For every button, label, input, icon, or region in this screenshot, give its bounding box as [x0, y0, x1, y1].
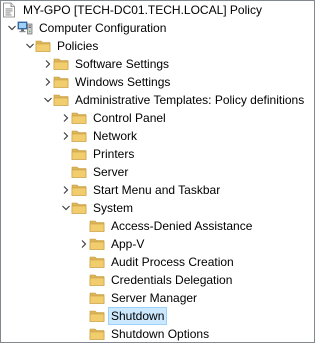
- folder-icon: [71, 182, 87, 198]
- gpo-tree-panel: MY-GPO [TECH-DC01.TECH.LOCAL] Policy Comp…: [0, 0, 315, 343]
- expand-arrow-right-icon[interactable]: [43, 59, 53, 69]
- policy-tree: MY-GPO [TECH-DC01.TECH.LOCAL] Policy Comp…: [1, 1, 314, 342]
- folder-icon: [89, 218, 105, 234]
- tree-node-shutdown-options[interactable]: Shutdown Options: [1, 325, 314, 342]
- tree-node-printers[interactable]: Printers: [1, 145, 314, 163]
- folder-icon: [53, 92, 69, 108]
- tree-node-audit-process-creation[interactable]: Audit Process Creation: [1, 253, 314, 271]
- tree-node-label: Server: [93, 165, 129, 179]
- expand-arrow-right-icon[interactable]: [61, 185, 71, 195]
- tree-node-label: Control Panel: [93, 111, 166, 125]
- tree-node-access-denied-assistance[interactable]: Access-Denied Assistance: [1, 217, 314, 235]
- tree-node-label: System: [93, 201, 134, 215]
- tree-node-start-menu-and-taskbar[interactable]: Start Menu and Taskbar: [1, 181, 314, 199]
- tree-node-label: Shutdown: [107, 307, 168, 325]
- folder-icon: [53, 74, 69, 90]
- folder-icon: [89, 308, 105, 324]
- folder-icon: [89, 326, 105, 342]
- folder-icon: [89, 254, 105, 270]
- tree-node-label: MY-GPO [TECH-DC01.TECH.LOCAL] Policy: [23, 3, 262, 17]
- expand-arrow-down-icon[interactable]: [7, 23, 17, 33]
- folder-icon: [89, 272, 105, 288]
- tree-node-label: Access-Denied Assistance: [111, 219, 253, 233]
- tree-node-label: Audit Process Creation: [111, 255, 234, 269]
- folder-icon: [71, 110, 87, 126]
- tree-node-label: Administrative Templates: Policy definit…: [75, 93, 305, 107]
- folder-icon: [89, 236, 105, 252]
- tree-node-shutdown[interactable]: Shutdown: [1, 307, 314, 325]
- tree-node-app-v[interactable]: App-V: [1, 235, 314, 253]
- expand-arrow-down-icon[interactable]: [43, 95, 53, 105]
- tree-node-my-gpo-policy[interactable]: MY-GPO [TECH-DC01.TECH.LOCAL] Policy: [1, 1, 314, 19]
- tree-node-label: App-V: [111, 237, 145, 251]
- expand-arrow-down-icon[interactable]: [25, 41, 35, 51]
- tree-node-label: Credentials Delegation: [111, 273, 233, 287]
- tree-node-server[interactable]: Server: [1, 163, 314, 181]
- tree-node-label: Printers: [93, 147, 135, 161]
- tree-node-label: Server Manager: [111, 291, 198, 305]
- expand-arrow-right-icon[interactable]: [61, 131, 71, 141]
- folder-icon: [71, 128, 87, 144]
- tree-node-credentials-delegation[interactable]: Credentials Delegation: [1, 271, 314, 289]
- computer-icon: [17, 20, 33, 36]
- tree-node-label: Policies: [57, 39, 99, 53]
- expand-arrow-down-icon[interactable]: [61, 203, 71, 213]
- folder-icon: [35, 38, 51, 54]
- tree-node-network[interactable]: Network: [1, 127, 314, 145]
- tree-node-label: Network: [93, 129, 138, 143]
- policy-document-icon: [1, 2, 17, 18]
- folder-icon: [53, 56, 69, 72]
- tree-node-computer-configuration[interactable]: Computer Configuration: [1, 19, 314, 37]
- tree-node-label: Computer Configuration: [39, 21, 167, 35]
- tree-node-label: Start Menu and Taskbar: [93, 183, 221, 197]
- folder-icon: [71, 146, 87, 162]
- tree-node-server-manager[interactable]: Server Manager: [1, 289, 314, 307]
- tree-node-label: Shutdown Options: [111, 327, 210, 341]
- expand-arrow-right-icon[interactable]: [61, 113, 71, 123]
- tree-node-policies[interactable]: Policies: [1, 37, 314, 55]
- tree-node-software-settings[interactable]: Software Settings: [1, 55, 314, 73]
- tree-node-windows-settings[interactable]: Windows Settings: [1, 73, 314, 91]
- tree-node-system[interactable]: System: [1, 199, 314, 217]
- tree-node-label: Software Settings: [75, 57, 170, 71]
- tree-node-control-panel[interactable]: Control Panel: [1, 109, 314, 127]
- tree-node-administrative-templates[interactable]: Administrative Templates: Policy definit…: [1, 91, 314, 109]
- expand-arrow-right-icon[interactable]: [43, 77, 53, 87]
- tree-node-label: Windows Settings: [75, 75, 171, 89]
- expand-arrow-right-icon[interactable]: [79, 239, 89, 249]
- folder-icon: [71, 164, 87, 180]
- folder-icon: [89, 290, 105, 306]
- folder-icon: [71, 200, 87, 216]
